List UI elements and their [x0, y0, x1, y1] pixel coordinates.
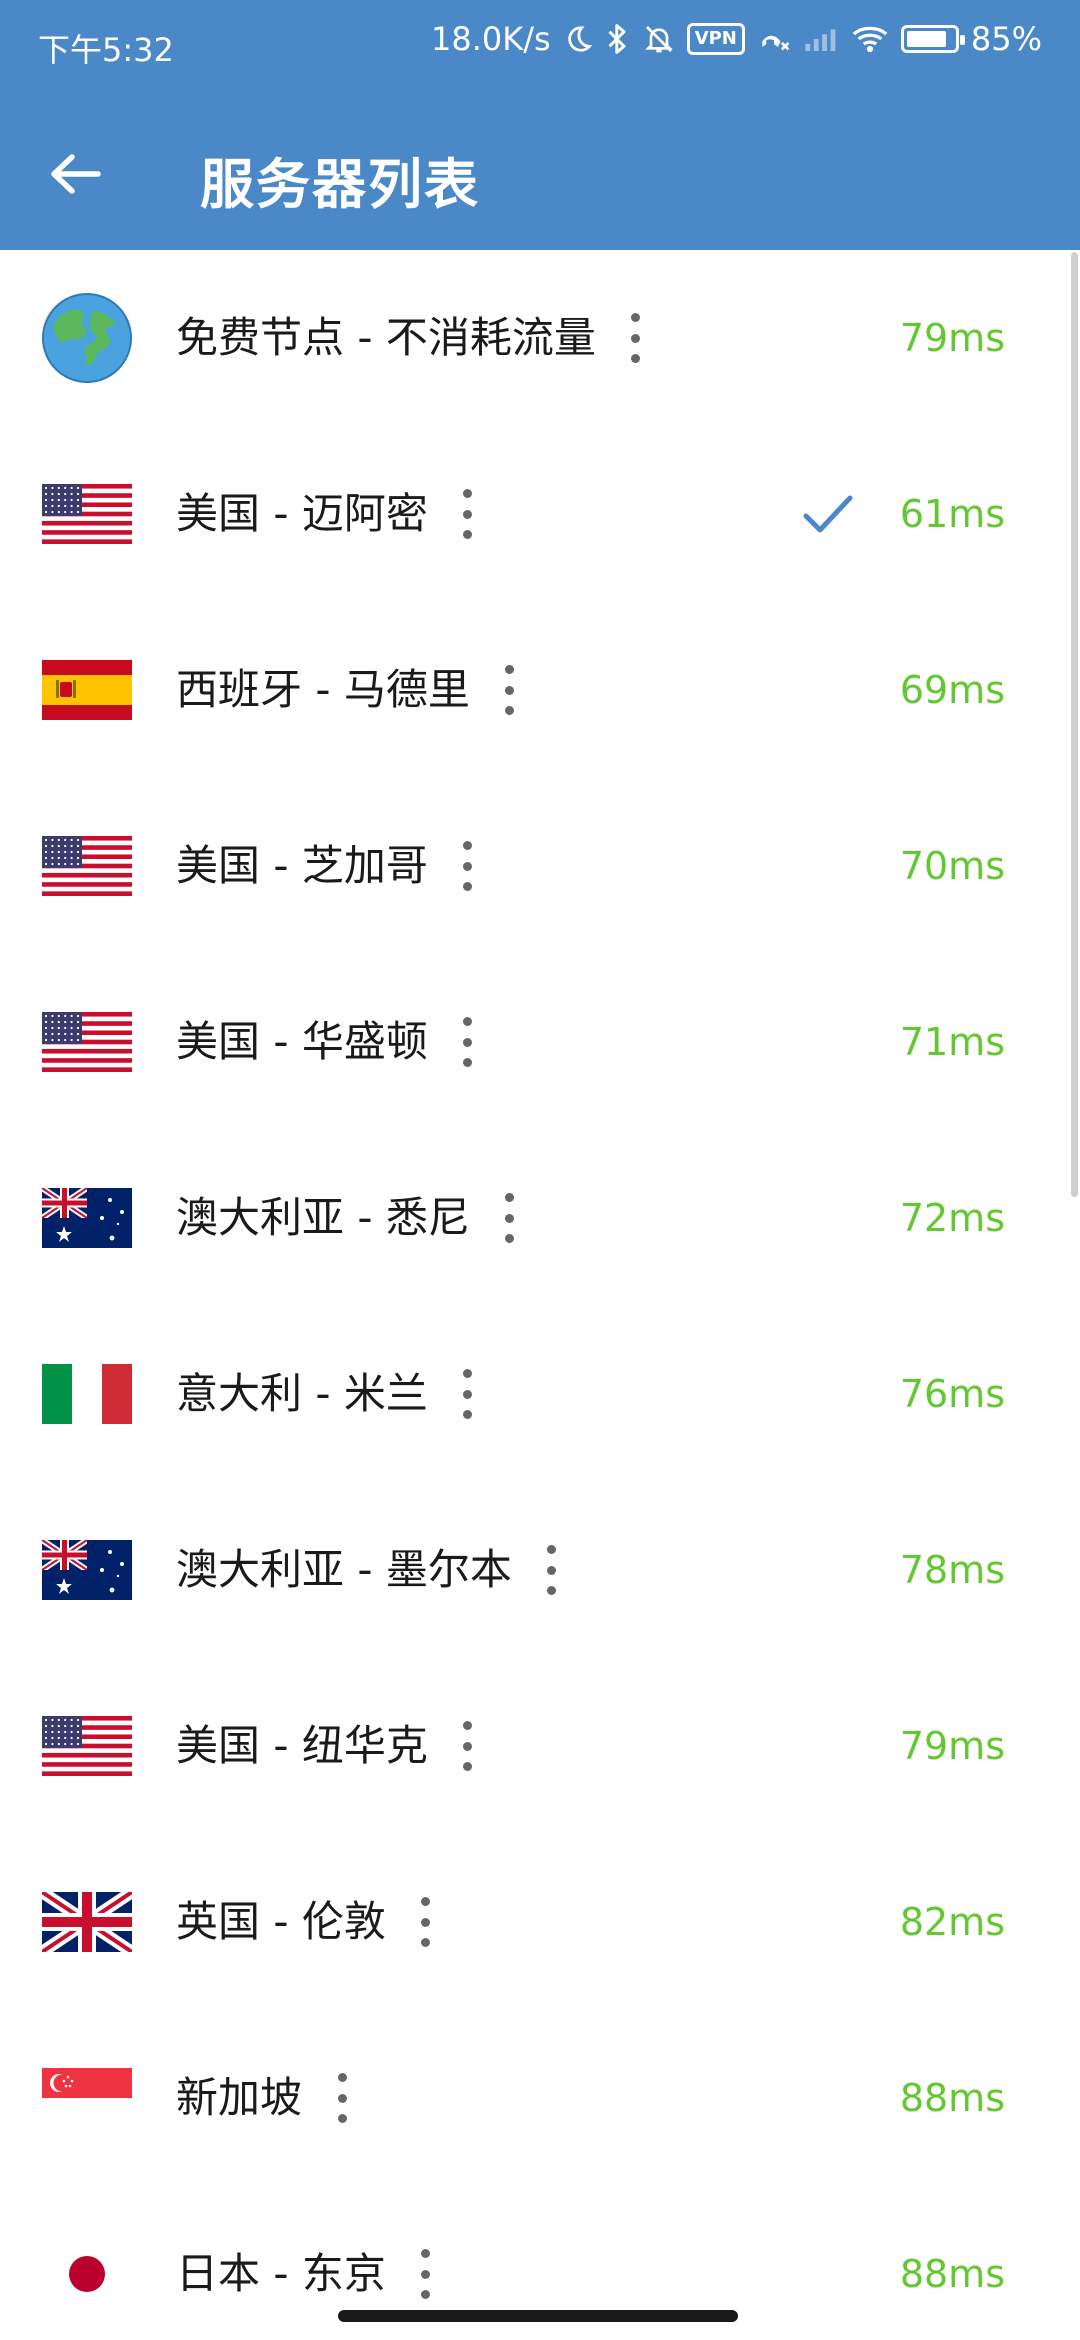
more-options-icon[interactable]	[540, 1542, 564, 1598]
page-title: 服务器列表	[200, 153, 480, 216]
server-name: 日本 - 东京	[176, 2249, 386, 2298]
flag-icon-au	[42, 1188, 132, 1248]
flag-icon-it	[42, 1364, 132, 1424]
server-row[interactable]: 美国 - 纽华克 79ms	[0, 1658, 1070, 1834]
ping-latency: 72ms	[899, 1196, 1005, 1240]
flag-icon-us	[42, 1012, 132, 1072]
flag-icon-es	[42, 660, 132, 720]
vpn-badge: VPN	[686, 23, 745, 55]
server-row[interactable]: 美国 - 芝加哥 70ms	[0, 778, 1070, 954]
more-options-icon[interactable]	[498, 1190, 522, 1246]
flag-icon-us	[42, 484, 132, 544]
arrow-left-icon	[51, 154, 101, 194]
ping-latency: 76ms	[899, 1372, 1005, 1416]
bluetooth-icon	[605, 22, 631, 56]
server-name: 西班牙 - 马德里	[176, 665, 470, 714]
status-bar: 下午5:32 18.0K/s VPN 85%	[0, 0, 1080, 92]
more-options-icon[interactable]	[624, 310, 648, 366]
server-name: 美国 - 纽华克	[176, 1721, 428, 1770]
more-options-icon[interactable]	[456, 486, 480, 542]
more-options-icon[interactable]	[414, 1894, 438, 1950]
ping-latency: 79ms	[899, 316, 1005, 360]
server-list: 免费节点 - 不消耗流量 79ms 美国 - 迈阿密 61ms 西班牙 - 马德里 69m…	[0, 250, 1080, 2340]
battery-percent: 85%	[970, 20, 1042, 58]
server-row[interactable]: 意大利 - 米兰 76ms	[0, 1306, 1070, 1482]
call-off-icon	[757, 23, 791, 55]
more-options-icon[interactable]	[456, 838, 480, 894]
app-bar: 服务器列表	[0, 92, 1080, 250]
server-name: 美国 - 芝加哥	[176, 841, 428, 890]
server-row[interactable]: 澳大利亚 - 墨尔本 78ms	[0, 1482, 1070, 1658]
server-row[interactable]: 英国 - 伦敦 82ms	[0, 1834, 1070, 2010]
server-name: 免费节点 - 不消耗流量	[176, 313, 596, 362]
battery-icon	[900, 25, 965, 53]
server-row[interactable]: 免费节点 - 不消耗流量 79ms	[0, 250, 1070, 426]
ping-latency: 79ms	[899, 1724, 1005, 1768]
home-indicator[interactable]	[338, 2310, 738, 2322]
app-header: 下午5:32 18.0K/s VPN 85% 服务器列表	[0, 0, 1080, 250]
server-row[interactable]: 澳大利亚 - 悉尼 72ms	[0, 1130, 1070, 1306]
ping-latency: 70ms	[899, 844, 1005, 888]
moon-icon	[563, 24, 593, 54]
flag-icon-jp	[42, 2244, 132, 2304]
ping-latency: 88ms	[899, 2252, 1005, 2296]
selected-check-icon	[800, 486, 856, 542]
ping-latency: 71ms	[899, 1020, 1005, 1064]
flag-icon-us	[42, 836, 132, 896]
more-options-icon[interactable]	[330, 2070, 354, 2126]
status-time: 下午5:32	[38, 31, 174, 69]
server-name: 意大利 - 米兰	[176, 1369, 428, 1418]
flag-icon-us	[42, 1716, 132, 1776]
more-options-icon[interactable]	[456, 1366, 480, 1422]
server-name: 新加坡	[176, 2073, 303, 2122]
status-icons: 18.0K/s VPN 85%	[431, 20, 1042, 58]
more-options-icon[interactable]	[456, 1014, 480, 1070]
back-button[interactable]	[36, 134, 116, 214]
bell-off-icon	[643, 23, 675, 55]
flag-icon-au	[42, 1540, 132, 1600]
server-name: 美国 - 华盛顿	[176, 1017, 428, 1066]
ping-latency: 61ms	[899, 492, 1005, 536]
server-name: 英国 - 伦敦	[176, 1897, 386, 1946]
server-row[interactable]: 新加坡 88ms	[0, 2010, 1070, 2186]
ping-latency: 82ms	[899, 1900, 1005, 1944]
cellular-signal-icon	[803, 24, 839, 54]
flag-icon-sg	[42, 2068, 132, 2128]
server-name: 澳大利亚 - 墨尔本	[176, 1545, 512, 1594]
server-row[interactable]: 美国 - 华盛顿 71ms	[0, 954, 1070, 1130]
server-row[interactable]: 美国 - 迈阿密 61ms	[0, 426, 1070, 602]
more-options-icon[interactable]	[414, 2246, 438, 2302]
ping-latency: 69ms	[899, 668, 1005, 712]
network-speed: 18.0K/s	[431, 20, 551, 58]
wifi-icon	[851, 24, 889, 54]
flag-icon-gb	[42, 1892, 132, 1952]
more-options-icon[interactable]	[498, 662, 522, 718]
flag-icon-globe	[42, 293, 132, 383]
ping-latency: 78ms	[899, 1548, 1005, 1592]
server-name: 美国 - 迈阿密	[176, 489, 428, 538]
server-row[interactable]: 西班牙 - 马德里 69ms	[0, 602, 1070, 778]
scrollbar[interactable]	[1071, 252, 1078, 1197]
ping-latency: 88ms	[899, 2076, 1005, 2120]
server-name: 澳大利亚 - 悉尼	[176, 1193, 470, 1242]
more-options-icon[interactable]	[456, 1718, 480, 1774]
